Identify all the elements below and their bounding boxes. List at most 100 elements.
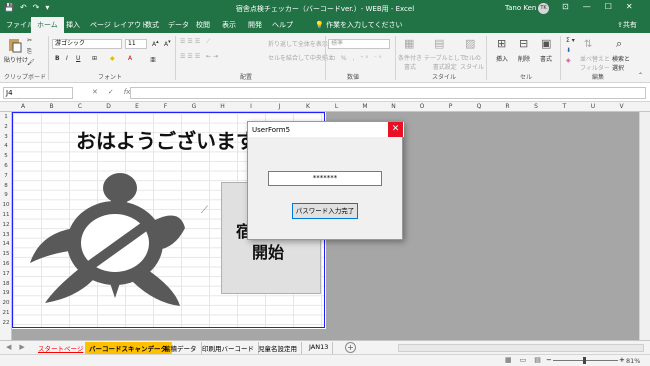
- column-header[interactable]: I: [246, 103, 256, 110]
- format-painter-icon[interactable]: 🖌: [27, 59, 35, 66]
- enter-icon[interactable]: ✓: [108, 88, 114, 96]
- font-size-select[interactable]: 11: [125, 39, 147, 49]
- sheet-tab-start[interactable]: スタートページ: [34, 342, 89, 354]
- row-header[interactable]: 18: [0, 281, 12, 287]
- sheet-tab-barcode-scan[interactable]: バーコードスキャンデータ: [85, 342, 172, 354]
- border-icon[interactable]: ⊞: [92, 55, 97, 62]
- name-box[interactable]: J4: [3, 87, 73, 99]
- tab-page-layout[interactable]: ページ レイアウト: [90, 20, 148, 30]
- zoom-out-icon[interactable]: −: [546, 356, 552, 364]
- password-submit-button[interactable]: パスワード入力完了: [292, 203, 358, 219]
- underline-icon[interactable]: U: [76, 55, 80, 62]
- row-header[interactable]: 20: [0, 300, 12, 306]
- row-header[interactable]: 7: [0, 173, 12, 179]
- insert-cells-button[interactable]: 挿入: [496, 54, 508, 63]
- merge-center-button[interactable]: セルを結合して中央揃え: [268, 53, 334, 62]
- tab-insert[interactable]: 挿入: [66, 20, 80, 30]
- row-header[interactable]: 21: [0, 310, 12, 316]
- row-header[interactable]: 12: [0, 222, 12, 228]
- sheet-tab-accumulated[interactable]: 蓄積データ: [160, 342, 202, 354]
- row-header[interactable]: 17: [0, 271, 12, 277]
- align-top-icons[interactable]: ☰☰☰ ⟋: [180, 38, 212, 46]
- row-header[interactable]: 2: [0, 124, 12, 130]
- column-header[interactable]: C: [75, 103, 85, 110]
- column-header[interactable]: F: [161, 103, 171, 110]
- number-format-icons[interactable]: ⊡ % , ⁺⁰ ⁻⁰: [330, 55, 383, 62]
- fill-icon[interactable]: ⬇: [566, 47, 571, 54]
- cancel-icon[interactable]: ✕: [92, 88, 98, 96]
- tab-view[interactable]: 表示: [222, 20, 236, 30]
- column-header[interactable]: Q: [474, 103, 484, 110]
- page-layout-view-icon[interactable]: ▭: [520, 356, 527, 364]
- column-header[interactable]: T: [560, 103, 570, 110]
- row-header[interactable]: 8: [0, 183, 12, 189]
- column-header[interactable]: H: [218, 103, 228, 110]
- zoom-slider-knob[interactable]: [583, 357, 586, 364]
- formula-input[interactable]: [130, 87, 646, 99]
- row-header[interactable]: 22: [0, 320, 12, 326]
- tab-formulas[interactable]: 数式: [145, 20, 159, 30]
- paste-button[interactable]: 貼り付け: [4, 55, 28, 64]
- column-header[interactable]: V: [617, 103, 627, 110]
- row-header[interactable]: 5: [0, 153, 12, 159]
- close-button[interactable]: ✕: [626, 2, 633, 11]
- row-header[interactable]: 15: [0, 251, 12, 257]
- avatar[interactable]: TK: [538, 3, 549, 14]
- row-header[interactable]: 13: [0, 232, 12, 238]
- align-left-icons[interactable]: ☰☰☰ ⇤⇥: [180, 53, 220, 60]
- column-header[interactable]: R: [503, 103, 513, 110]
- row-header[interactable]: 10: [0, 202, 12, 208]
- clear-icon[interactable]: ◈: [566, 57, 571, 64]
- minimize-button[interactable]: —: [583, 2, 591, 11]
- tab-help[interactable]: ヘルプ: [272, 20, 293, 30]
- column-header[interactable]: K: [303, 103, 313, 110]
- dialog-close-button[interactable]: ✕: [388, 122, 403, 137]
- autosum-icon[interactable]: Σ ▾: [566, 37, 575, 44]
- horizontal-scrollbar[interactable]: [398, 344, 644, 352]
- vertical-scrollbar[interactable]: [639, 112, 650, 340]
- cut-icon[interactable]: ✂: [27, 37, 32, 44]
- undo-icon[interactable]: ↶: [20, 3, 27, 12]
- fill-color-icon[interactable]: ◆: [110, 55, 115, 62]
- row-header[interactable]: 9: [0, 192, 12, 198]
- row-header[interactable]: 14: [0, 241, 12, 247]
- share-button[interactable]: ⇪共有: [617, 20, 637, 30]
- customize-qa-icon[interactable]: ▾: [45, 3, 49, 12]
- next-sheet-icon[interactable]: ▶: [19, 343, 24, 351]
- column-header[interactable]: U: [588, 103, 598, 110]
- bold-icon[interactable]: B: [55, 55, 60, 62]
- normal-view-icon[interactable]: ▦: [505, 356, 512, 364]
- zoom-in-icon[interactable]: +: [619, 356, 625, 364]
- copy-icon[interactable]: ⎘: [27, 48, 32, 56]
- column-header[interactable]: L: [332, 103, 342, 110]
- column-header[interactable]: P: [446, 103, 456, 110]
- tab-home[interactable]: ホーム: [31, 17, 64, 33]
- sheet-tab-jan13[interactable]: JAN13: [305, 342, 334, 354]
- column-header[interactable]: N: [389, 103, 399, 110]
- tab-file[interactable]: ファイル: [6, 20, 34, 30]
- user-name[interactable]: Tano Ken: [505, 4, 536, 12]
- save-icon[interactable]: 💾: [4, 3, 14, 12]
- cell-styles-button[interactable]: セルの スタイル: [460, 53, 484, 71]
- find-select-button[interactable]: 検索と 選択: [612, 54, 630, 72]
- column-header[interactable]: G: [189, 103, 199, 110]
- row-header[interactable]: 19: [0, 290, 12, 296]
- sheet-tab-child-names[interactable]: 児童名設定用: [254, 342, 302, 354]
- column-header[interactable]: B: [47, 103, 57, 110]
- password-input[interactable]: *******: [268, 171, 382, 186]
- ribbon-display-icon[interactable]: ⊡: [562, 2, 569, 11]
- column-header[interactable]: O: [417, 103, 427, 110]
- prev-sheet-icon[interactable]: ◀: [6, 343, 11, 351]
- phonetic-icon[interactable]: 亜: [150, 55, 156, 64]
- shrink-font-icon[interactable]: A▾: [164, 39, 171, 48]
- page-break-view-icon[interactable]: ▤: [534, 356, 541, 364]
- column-header[interactable]: M: [360, 103, 370, 110]
- tab-developer[interactable]: 開発: [248, 20, 262, 30]
- conditional-format-button[interactable]: 条件付き 書式: [398, 53, 422, 71]
- column-header[interactable]: D: [104, 103, 114, 110]
- tell-me-search[interactable]: 💡 作業を入力してください: [315, 20, 403, 30]
- sheet-tab-print-barcode[interactable]: 印刷用バーコード: [198, 342, 259, 354]
- number-format-select[interactable]: 標準: [328, 39, 390, 49]
- column-header[interactable]: E: [132, 103, 142, 110]
- column-header[interactable]: A: [18, 103, 28, 110]
